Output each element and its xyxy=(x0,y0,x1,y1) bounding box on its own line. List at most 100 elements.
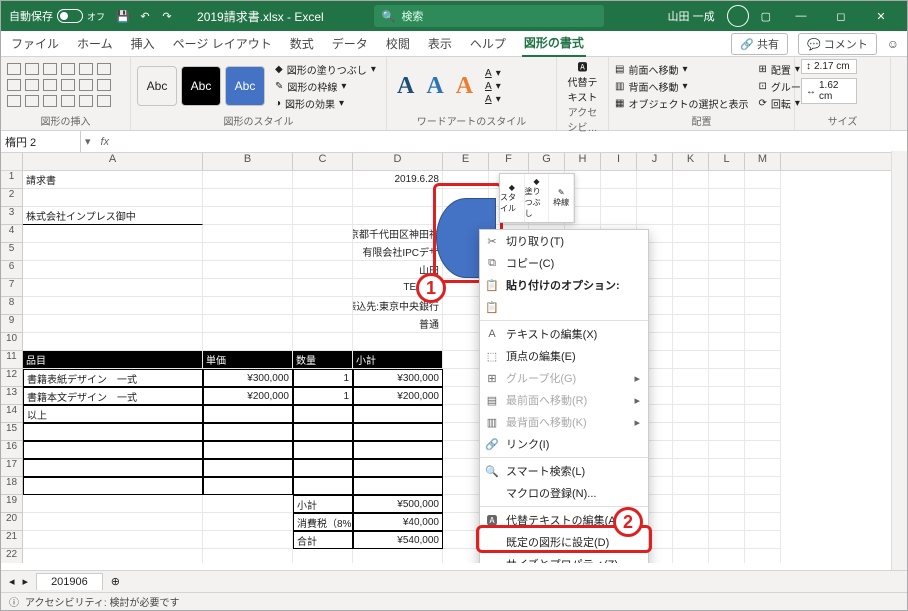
column-header[interactable]: J xyxy=(637,153,673,170)
name-box[interactable]: 楕円 2 xyxy=(1,131,81,152)
shape-outline-button[interactable]: ✎ 図形の枠線 ▾ xyxy=(275,79,376,94)
ctx-assign-macro[interactable]: マクロの登録(N)... xyxy=(480,482,648,504)
row-header[interactable]: 21 xyxy=(1,531,23,549)
column-header[interactable]: I xyxy=(601,153,637,170)
vertical-scrollbar[interactable] xyxy=(891,151,907,570)
row-header[interactable]: 1 xyxy=(1,171,23,189)
user-avatar-icon[interactable] xyxy=(727,5,749,27)
ribbon-display-icon[interactable]: ▢ xyxy=(761,10,771,23)
help-icon[interactable]: ☺ xyxy=(887,37,899,51)
row-header[interactable]: 15 xyxy=(1,423,23,441)
mini-style-button[interactable]: ◆スタイル xyxy=(500,174,525,222)
row-header[interactable]: 18 xyxy=(1,477,23,495)
bring-forward-button[interactable]: ▤ 前面へ移動 ▾ xyxy=(615,62,748,77)
undo-icon[interactable]: ↶ xyxy=(137,8,153,24)
tab-file[interactable]: ファイル xyxy=(9,31,61,56)
text-fill-button[interactable]: A ▾ xyxy=(485,68,501,79)
tab-data[interactable]: データ xyxy=(330,31,370,56)
column-header[interactable]: L xyxy=(709,153,745,170)
row-header[interactable]: 2 xyxy=(1,189,23,207)
ctx-copy[interactable]: ⧉コピー(C) xyxy=(480,252,648,274)
tab-pagelayout[interactable]: ページ レイアウト xyxy=(171,31,274,56)
mini-toolbar[interactable]: ◆スタイル ◆塗りつぶし ✎枠線 xyxy=(499,173,575,223)
shape-height-input[interactable]: ↕ 2.17 cm xyxy=(801,59,857,74)
text-effects-button[interactable]: A ▾ xyxy=(485,94,501,105)
row-header[interactable]: 22 xyxy=(1,549,23,563)
close-button[interactable]: ✕ xyxy=(863,1,899,31)
sheet-nav-next-icon[interactable]: ▸ xyxy=(23,575,29,588)
shape-style-1[interactable]: Abc xyxy=(137,66,177,106)
row-header[interactable]: 20 xyxy=(1,513,23,531)
mini-outline-button[interactable]: ✎枠線 xyxy=(549,174,574,222)
tab-help[interactable]: ヘルプ xyxy=(468,31,508,56)
column-header[interactable]: M xyxy=(745,153,781,170)
ctx-paste-option[interactable]: 📋 xyxy=(480,296,648,318)
save-icon[interactable]: 💾 xyxy=(115,8,131,24)
shape-effects-button[interactable]: ◑ 図形の効果 ▾ xyxy=(275,96,376,111)
minimize-button[interactable]: — xyxy=(783,1,819,31)
row-header[interactable]: 17 xyxy=(1,459,23,477)
row-header[interactable]: 4 xyxy=(1,225,23,243)
row-header[interactable]: 8 xyxy=(1,297,23,315)
column-header[interactable]: G xyxy=(529,153,565,170)
column-header[interactable]: E xyxy=(443,153,489,170)
user-name[interactable]: 山田 一成 xyxy=(668,8,715,24)
row-header[interactable]: 13 xyxy=(1,387,23,405)
tab-home[interactable]: ホーム xyxy=(75,31,115,56)
row-header[interactable]: 12 xyxy=(1,369,23,387)
column-header[interactable]: K xyxy=(673,153,709,170)
ctx-link[interactable]: 🔗リンク(I) xyxy=(480,433,648,455)
new-sheet-icon[interactable]: ⊕ xyxy=(111,575,120,588)
ctx-smart-lookup[interactable]: 🔍スマート検索(L) xyxy=(480,460,648,482)
tab-view[interactable]: 表示 xyxy=(426,31,454,56)
send-backward-button[interactable]: ▥ 背面へ移動 ▾ xyxy=(615,79,748,94)
worksheet[interactable]: ABCDEFGHIJKLM 12345678910111213141516171… xyxy=(1,153,907,563)
accessibility-status[interactable]: アクセシビリティ: 検討が必要です xyxy=(25,594,179,609)
wordart-style-1[interactable]: A xyxy=(393,73,418,100)
shape-style-2[interactable]: Abc xyxy=(181,66,221,106)
tab-review[interactable]: 校閲 xyxy=(384,31,412,56)
row-header[interactable]: 3 xyxy=(1,207,23,225)
column-header[interactable]: B xyxy=(203,153,293,170)
tab-insert[interactable]: 挿入 xyxy=(129,31,157,56)
wordart-style-2[interactable]: A xyxy=(422,73,447,100)
column-header[interactable]: D xyxy=(353,153,443,170)
select-all-corner[interactable] xyxy=(1,153,23,170)
fx-icon[interactable]: fx xyxy=(95,136,116,148)
column-header[interactable]: A xyxy=(23,153,203,170)
column-header[interactable]: F xyxy=(489,153,529,170)
row-header[interactable]: 11 xyxy=(1,351,23,369)
row-header[interactable]: 16 xyxy=(1,441,23,459)
column-header[interactable]: C xyxy=(293,153,353,170)
row-header[interactable]: 19 xyxy=(1,495,23,513)
wordart-style-3[interactable]: A xyxy=(452,73,477,100)
shape-style-3[interactable]: Abc xyxy=(225,66,265,106)
ctx-edit-text[interactable]: Aテキストの編集(X) xyxy=(480,323,648,345)
shapes-gallery[interactable] xyxy=(7,63,113,109)
shape-fill-button[interactable]: ◆ 図形の塗りつぶし ▾ xyxy=(275,62,376,77)
autosave-toggle[interactable]: 自動保存 オフ xyxy=(9,8,105,24)
ctx-cut[interactable]: ✂切り取り(T) xyxy=(480,230,648,252)
row-header[interactable]: 6 xyxy=(1,261,23,279)
ctx-size-properties[interactable]: ↔サイズとプロパティ(Z)... xyxy=(480,553,648,563)
sheet-nav-prev-icon[interactable]: ◂ xyxy=(9,575,15,588)
ctx-edit-points[interactable]: ⬚頂点の編集(E) xyxy=(480,345,648,367)
row-header[interactable]: 5 xyxy=(1,243,23,261)
share-button[interactable]: 🔗 共有 xyxy=(731,33,788,55)
comment-button[interactable]: 💬 コメント xyxy=(798,33,877,55)
row-header[interactable]: 14 xyxy=(1,405,23,423)
selection-pane-button[interactable]: ▦ オブジェクトの選択と表示 xyxy=(615,96,748,111)
column-header[interactable]: H xyxy=(565,153,601,170)
row-header[interactable]: 7 xyxy=(1,279,23,297)
row-header[interactable]: 10 xyxy=(1,333,23,351)
tab-formulas[interactable]: 数式 xyxy=(288,31,316,56)
mini-fill-button[interactable]: ◆塗りつぶし xyxy=(525,174,550,222)
alt-text-button[interactable]: 🅰代替テキスト xyxy=(563,59,602,104)
sheet-tab[interactable]: 201906 xyxy=(36,573,103,590)
text-outline-button[interactable]: A ▾ xyxy=(485,81,501,92)
maximize-button[interactable]: ◻ xyxy=(823,1,859,31)
tab-shape-format[interactable]: 図形の書式 xyxy=(522,30,586,57)
shape-width-input[interactable]: ↔ 1.62 cm xyxy=(801,78,857,104)
row-header[interactable]: 9 xyxy=(1,315,23,333)
redo-icon[interactable]: ↷ xyxy=(159,8,175,24)
